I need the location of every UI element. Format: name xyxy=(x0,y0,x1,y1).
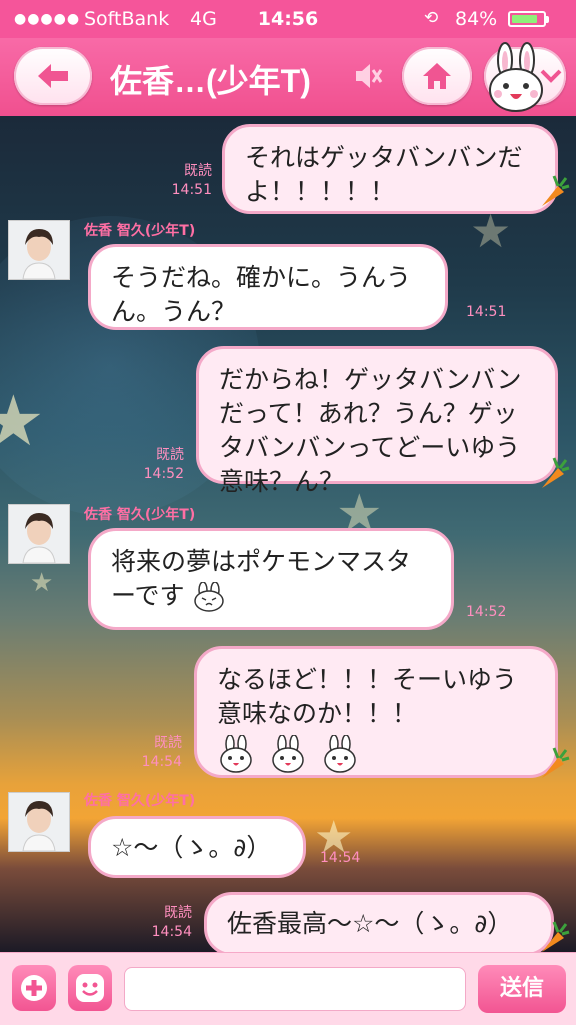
carrot-icon xyxy=(542,747,570,778)
carrot-icon xyxy=(542,175,570,206)
incoming-message-bubble[interactable]: そうだね。確かに。うんうん。うん？ xyxy=(88,244,448,330)
chat-title: 佐香…(少年T) xyxy=(110,63,311,99)
sender-avatar[interactable] xyxy=(8,220,70,280)
rotation-lock-icon: ⟲ xyxy=(424,8,439,28)
message-text: それはゲッタバンバンだよ！！！！！ xyxy=(245,143,523,206)
sender-name: 佐香 智久(少年T) xyxy=(84,507,196,523)
bunny-sticker-icon xyxy=(220,735,252,773)
status-bar: ●●●●● SoftBank 4G 14:56 ⟲ 84% xyxy=(0,0,576,38)
carrot-icon xyxy=(542,457,570,488)
message-input-bar: 送信 xyxy=(0,952,576,1025)
person-avatar-icon xyxy=(9,221,69,279)
sender-avatar[interactable] xyxy=(8,792,70,852)
battery-icon xyxy=(508,11,549,27)
smiley-icon xyxy=(76,974,104,1002)
message-text: ☆〜（ゝ。∂） xyxy=(111,833,272,862)
message-time: 14:54 xyxy=(141,754,182,770)
outgoing-message-bubble[interactable]: だからね！ゲッタバンバンだって！あれ？うん？ゲッタバンバンってどーいゆう意味？ん… xyxy=(196,346,558,496)
outgoing-message-bubble[interactable]: なるほど！！！そーいゆう意味なのか！！！ xyxy=(194,646,558,778)
arrow-left-icon xyxy=(38,64,68,88)
sender-name: 佐香 智久(少年T) xyxy=(84,793,196,809)
message-time: 14:54 xyxy=(151,924,192,940)
person-avatar-icon xyxy=(9,793,69,851)
message-meta: 既読 14:52 xyxy=(124,446,184,484)
read-receipt: 既読 xyxy=(156,447,184,463)
message-text: なるほど！！！そーいゆう意味なのか！！！ xyxy=(217,665,518,728)
send-button[interactable]: 送信 xyxy=(478,965,566,1013)
message-text: 将来の夢はポケモンマスターです xyxy=(111,547,412,610)
back-button[interactable] xyxy=(14,47,92,105)
read-receipt: 既読 xyxy=(184,163,212,179)
message-time: 14:51 xyxy=(466,304,507,320)
sticker-button[interactable] xyxy=(68,965,112,1011)
message-text: 佐香最高〜☆〜（ゝ。∂） xyxy=(227,909,513,938)
plus-icon xyxy=(21,975,47,1001)
background-star-icon: ★ xyxy=(470,204,512,258)
sender-avatar[interactable] xyxy=(8,504,70,564)
message-time: 14:54 xyxy=(320,850,361,866)
message-time: 14:51 xyxy=(171,182,212,198)
bunny-sticker-icon xyxy=(272,735,304,773)
message-meta: 既読 14:54 xyxy=(124,734,182,772)
message-time: 14:52 xyxy=(143,466,184,482)
bunny-avatar-icon xyxy=(489,42,543,112)
add-attachment-button[interactable] xyxy=(12,965,56,1011)
home-icon xyxy=(423,63,451,89)
sender-name: 佐香 智久(少年T) xyxy=(84,223,196,239)
chevron-down-icon xyxy=(540,69,562,83)
message-time: 14:52 xyxy=(466,604,507,620)
message-text: だからね！ゲッタバンバンだって！あれ？うん？ゲッタバンバンってどーいゆう意味？ん… xyxy=(219,365,522,496)
message-input[interactable] xyxy=(124,967,466,1011)
incoming-message-bubble[interactable]: ☆〜（ゝ。∂） xyxy=(88,816,306,878)
sticker-row xyxy=(217,735,535,773)
read-receipt: 既読 xyxy=(164,905,192,921)
bunny-sticker-icon xyxy=(194,582,225,612)
message-meta: 既読 14:54 xyxy=(134,904,192,942)
carrot-icon xyxy=(542,921,570,952)
incoming-message-bubble[interactable]: 将来の夢はポケモンマスターです xyxy=(88,528,454,630)
background-star-icon: ★ xyxy=(30,568,54,598)
bunny-sticker-icon xyxy=(324,735,356,773)
chat-header: 佐香…(少年T) xyxy=(0,38,576,116)
speaker-mute-icon[interactable] xyxy=(352,60,384,92)
background-star-icon: ★ xyxy=(0,380,45,462)
message-text: そうだね。確かに。うんうん。うん？ xyxy=(111,263,412,326)
battery-level xyxy=(512,15,537,23)
home-button[interactable] xyxy=(402,47,472,105)
outgoing-message-bubble[interactable]: 佐香最高〜☆〜（ゝ。∂） xyxy=(204,892,554,952)
read-receipt: 既読 xyxy=(154,735,182,751)
chat-area[interactable]: ★ ★ ★ ★ ★ 既読 14:51 それはゲッタバンバンだよ！！！！！ 佐香 … xyxy=(0,116,576,952)
message-meta: 既読 14:51 xyxy=(150,162,212,200)
battery-percentage: 84% xyxy=(455,8,498,30)
person-avatar-icon xyxy=(9,505,69,563)
outgoing-message-bubble[interactable]: それはゲッタバンバンだよ！！！！！ xyxy=(222,124,558,214)
